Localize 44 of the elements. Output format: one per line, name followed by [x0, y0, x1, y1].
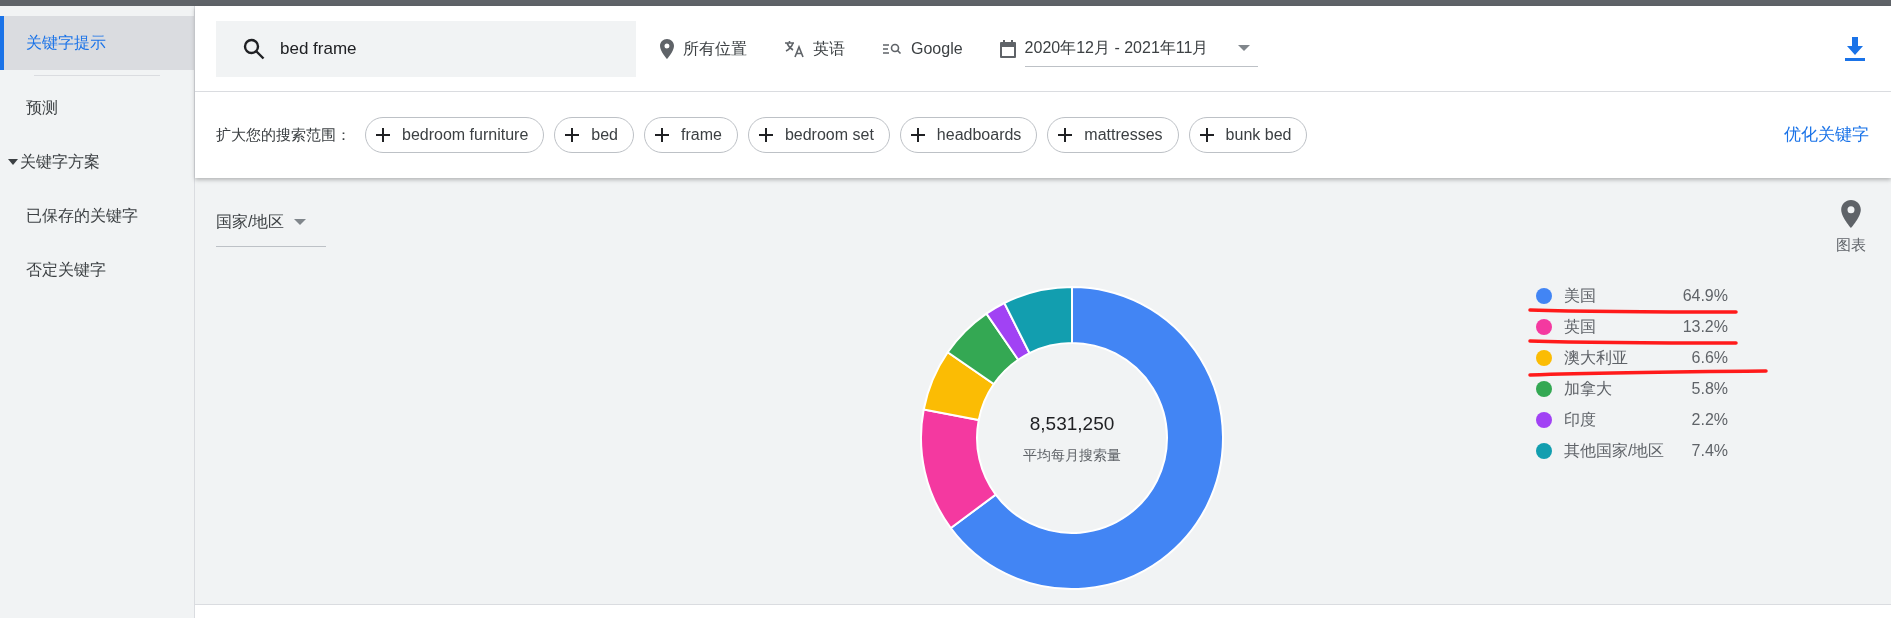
plus-icon	[910, 128, 925, 142]
plus-icon	[1199, 128, 1214, 142]
date-range-dropdown[interactable]: 2020年12月 - 2021年11月	[999, 30, 1259, 67]
legend-value: 6.6%	[1690, 347, 1728, 368]
download-icon	[1845, 36, 1865, 61]
location-pin-icon	[660, 38, 674, 59]
plus-icon	[655, 128, 669, 142]
search-icon	[242, 36, 266, 61]
legend-value: 13.2%	[1681, 316, 1728, 337]
country-dropdown[interactable]: 国家/地区	[216, 210, 326, 247]
translate-icon	[784, 39, 804, 58]
total-volume-label: 平均每月搜索量	[1023, 445, 1121, 465]
legend-value: 2.2%	[1690, 409, 1728, 430]
legend-label: 印度	[1564, 409, 1597, 430]
map-view-toggle[interactable]: 图表	[1836, 200, 1866, 257]
dropdown-caret-icon	[294, 219, 307, 225]
sidebar-item[interactable]: 关键字方案	[0, 135, 194, 189]
legend-label: 英国	[1564, 316, 1597, 337]
legend-label: 加拿大	[1564, 378, 1613, 399]
location-pin-icon	[1841, 200, 1861, 228]
search-bar[interactable]: bed frame	[216, 20, 636, 77]
legend-label: 澳大利亚	[1564, 347, 1629, 368]
plus-icon	[376, 128, 390, 142]
filter-button[interactable]: Google	[882, 36, 963, 61]
legend-label: 美国	[1564, 285, 1597, 306]
plus-icon	[758, 128, 773, 142]
search-list-icon	[882, 41, 902, 56]
refine-keywords-link[interactable]: 优化关键字	[1784, 122, 1869, 148]
sidebar-item[interactable]: 已保存的关键字	[0, 189, 194, 243]
legend-value: 7.4%	[1690, 440, 1728, 461]
legend-label: 其他国家/地区	[1564, 440, 1666, 461]
sidebar-item[interactable]: 预测	[0, 81, 194, 135]
legend-value: 5.8%	[1690, 378, 1728, 399]
plus-icon	[565, 128, 580, 142]
search-field[interactable]: bed frame	[280, 35, 636, 62]
filter-button[interactable]: 所有位置	[660, 36, 747, 61]
plus-icon	[1058, 128, 1073, 142]
sidebar-item[interactable]: 否定关键字	[0, 243, 194, 297]
filter-button[interactable]: 英语	[784, 36, 845, 61]
dropdown-caret-icon	[1238, 45, 1251, 51]
total-volume: 8,531,250	[1029, 412, 1115, 437]
legend-value: 64.9%	[1681, 285, 1728, 306]
broaden-label: 扩大您的搜索范围：	[216, 124, 351, 145]
calendar-icon	[999, 39, 1016, 58]
